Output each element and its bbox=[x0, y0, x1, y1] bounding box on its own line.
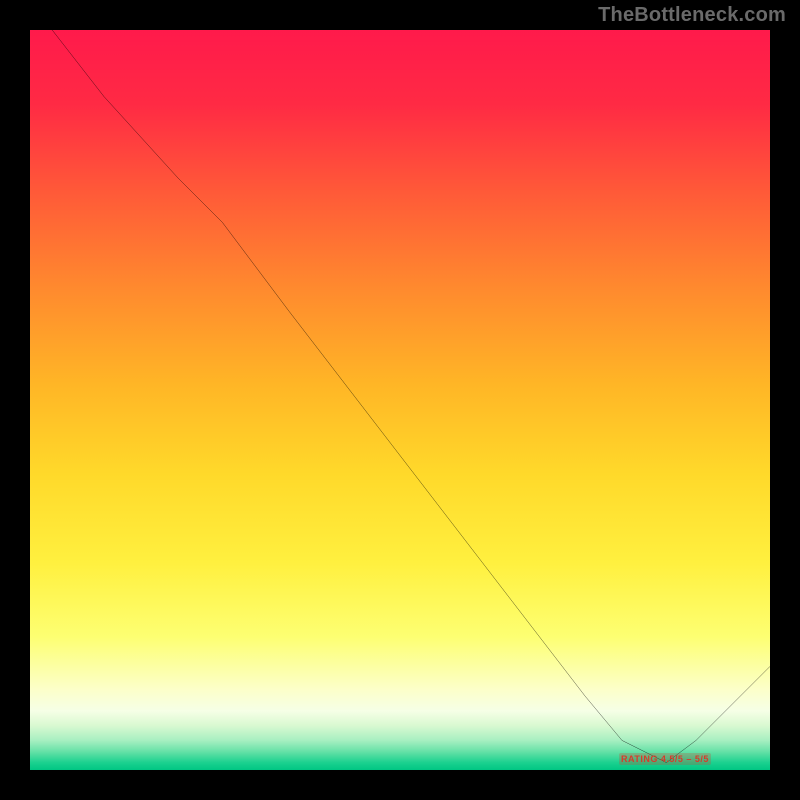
watermark-text: TheBottleneck.com bbox=[598, 4, 786, 27]
bottleneck-curve bbox=[30, 30, 770, 770]
plot-area: RATING 4.5/5 – 5/5 bbox=[30, 30, 770, 770]
chart-frame: TheBottleneck.com bbox=[0, 0, 800, 800]
optimal-zone-label: RATING 4.5/5 – 5/5 bbox=[619, 753, 711, 765]
